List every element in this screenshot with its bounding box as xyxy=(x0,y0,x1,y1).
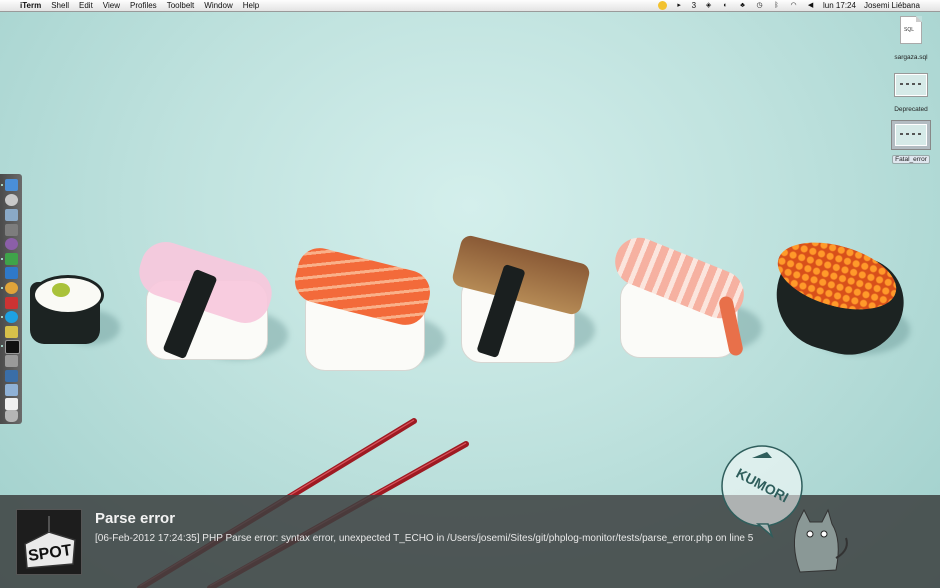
desktop-icon-sql[interactable]: SQL sargaza.sql xyxy=(876,16,940,64)
ikura-gunkan-illustration xyxy=(763,230,915,368)
growl-status-icon[interactable] xyxy=(657,1,667,10)
adobe-icon[interactable] xyxy=(5,297,18,309)
ika-nigiri-illustration xyxy=(132,235,288,370)
mail-icon[interactable] xyxy=(5,209,18,221)
sql-file-icon: SQL xyxy=(900,16,922,44)
time-machine-icon[interactable]: ◷ xyxy=(755,1,764,10)
desktop-icon-label: Fatal_error xyxy=(892,155,930,164)
menu-clock[interactable]: lun 17:24 xyxy=(823,0,856,11)
adium-icon[interactable] xyxy=(5,253,18,265)
monitor-icon[interactable] xyxy=(5,355,18,367)
menu-help[interactable]: Help xyxy=(243,0,259,11)
menu-profiles[interactable]: Profiles xyxy=(130,0,157,11)
menu-user[interactable]: Josemi Liébana xyxy=(864,0,920,11)
desktop-icon-label: sargaza.sql xyxy=(894,54,928,61)
bluetooth-icon[interactable]: ᛒ xyxy=(772,1,781,10)
menu-view[interactable]: View xyxy=(103,0,120,11)
menu-app-name[interactable]: iTerm xyxy=(20,0,41,11)
adium-status-icon[interactable]: ♣ xyxy=(738,1,747,10)
menu-toolbelt[interactable]: Toolbelt xyxy=(167,0,195,11)
desktop-icon-deprecated[interactable]: Deprecated xyxy=(876,74,940,116)
status-badge-count: 3 xyxy=(691,1,697,10)
photo-icon[interactable] xyxy=(5,224,18,236)
kumori-mascot: KUMORI xyxy=(721,445,848,573)
menu-bar: iTerm Shell Edit View Profiles Toolbelt … xyxy=(0,0,940,12)
cursor-icon[interactable] xyxy=(5,267,18,279)
safari-icon[interactable] xyxy=(5,194,18,206)
menu-edit[interactable]: Edit xyxy=(79,0,93,11)
tor-icon[interactable] xyxy=(5,238,18,250)
trash-icon[interactable] xyxy=(5,410,18,422)
spot-sign-icon: SPOT xyxy=(16,509,82,575)
notification-title: Parse error xyxy=(95,510,176,527)
maki-roll-illustration xyxy=(30,270,120,350)
menu-shell[interactable]: Shell xyxy=(51,0,69,11)
dashboard-icon[interactable] xyxy=(5,370,18,382)
wifi-icon[interactable]: ◠ xyxy=(789,1,798,10)
dropbox-status-icon[interactable]: ◈ xyxy=(704,1,713,10)
volume-icon[interactable]: ◀ xyxy=(806,1,815,10)
desktop-icon-fatal-error[interactable]: Fatal_error xyxy=(876,124,940,166)
document-icon[interactable] xyxy=(5,398,18,410)
screenshot-icon xyxy=(895,74,927,96)
gear-icon[interactable] xyxy=(5,326,18,338)
menu-window[interactable]: Window xyxy=(204,0,232,11)
ebi-nigiri-illustration xyxy=(607,230,762,363)
folder-icon[interactable] xyxy=(5,384,18,396)
cat-icon xyxy=(794,508,848,573)
screenshot-icon xyxy=(895,124,927,146)
terminal-icon[interactable] xyxy=(5,340,20,354)
desktop-icon-label: Deprecated xyxy=(894,106,928,113)
skype-icon[interactable] xyxy=(5,311,18,323)
unagi-nigiri-illustration xyxy=(450,233,595,365)
finder-icon[interactable] xyxy=(5,179,18,191)
salmon-nigiri-illustration xyxy=(290,243,445,375)
dock xyxy=(0,174,22,424)
skype-status-icon[interactable]: ◐ xyxy=(721,1,730,10)
cursor-status-icon[interactable]: ▸ xyxy=(675,1,684,10)
chrome-icon[interactable] xyxy=(5,282,18,294)
notification-message: [06-Feb-2012 17:24:35] PHP Parse error: … xyxy=(95,533,754,544)
